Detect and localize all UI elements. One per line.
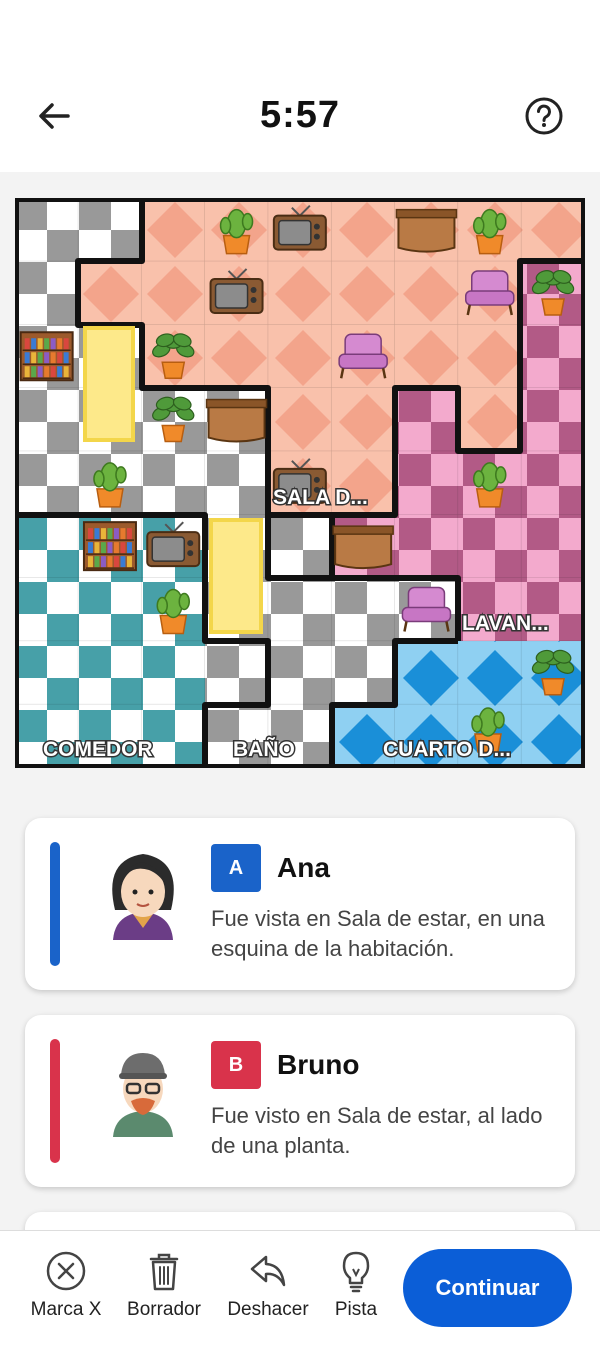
bottom-toolbar: Marca X Borrador Deshacer Pista Continua… [0, 1230, 600, 1368]
undo-button[interactable]: Deshacer [222, 1249, 314, 1321]
chest-icon [205, 398, 268, 443]
x-circle-icon [46, 1251, 86, 1291]
lightbulb-icon [342, 1251, 370, 1293]
avatar-ana [93, 840, 193, 940]
game-board[interactable]: SALA D... LAVAN... COMEDOR BAÑO CUARTO D… [13, 196, 587, 770]
timer: 5:57 [259, 94, 341, 136]
mark-x-button[interactable]: Marca X [20, 1249, 112, 1321]
rug [83, 326, 135, 442]
suspect-card-a[interactable]: A Ana Fue vista en Sala de estar, en una… [25, 818, 575, 990]
room-label-lavanderia: LAVAN... [462, 612, 549, 635]
mark-x-label: Marca X [30, 1299, 102, 1320]
suspect-color-stripe [50, 1039, 60, 1163]
undo-arrow-icon [250, 1255, 286, 1287]
undo-label: Deshacer [227, 1299, 309, 1320]
chest-icon [332, 525, 394, 570]
suspect-card-b[interactable]: B Bruno Fue visto en Sala de estar, al l… [25, 1015, 575, 1187]
room-label-bano: BAÑO [233, 738, 295, 761]
rug [209, 518, 263, 634]
room-label-sala: SALA D... [273, 486, 368, 509]
room-label-cuarto: CUARTO D... [383, 738, 511, 761]
suspect-clue: Fue vista en Sala de estar, en una esqui… [211, 906, 545, 961]
eraser-button[interactable]: Borrador [118, 1249, 210, 1321]
continue-button[interactable]: Continuar [403, 1249, 572, 1327]
hint-button[interactable]: Pista [318, 1249, 394, 1321]
suspect-color-stripe [50, 842, 60, 966]
bookshelf-icon [19, 331, 74, 382]
suspect-name: Ana [277, 852, 330, 883]
room-label-comedor: COMEDOR [43, 738, 153, 761]
suspect-letter-badge: B [211, 1041, 261, 1089]
help-icon[interactable] [522, 94, 566, 138]
suspect-clue: Fue visto en Sala de estar, al lado de u… [211, 1103, 543, 1158]
top-bar: 5:57 [0, 0, 600, 172]
trash-icon [149, 1253, 179, 1291]
eraser-label: Borrador [127, 1299, 201, 1320]
suspect-letter-badge: A [211, 844, 261, 892]
bookshelf-icon [82, 521, 137, 572]
hint-label: Pista [334, 1299, 378, 1320]
suspect-name: Bruno [277, 1049, 360, 1080]
avatar-bruno [93, 1037, 193, 1137]
chest-icon [395, 208, 458, 253]
